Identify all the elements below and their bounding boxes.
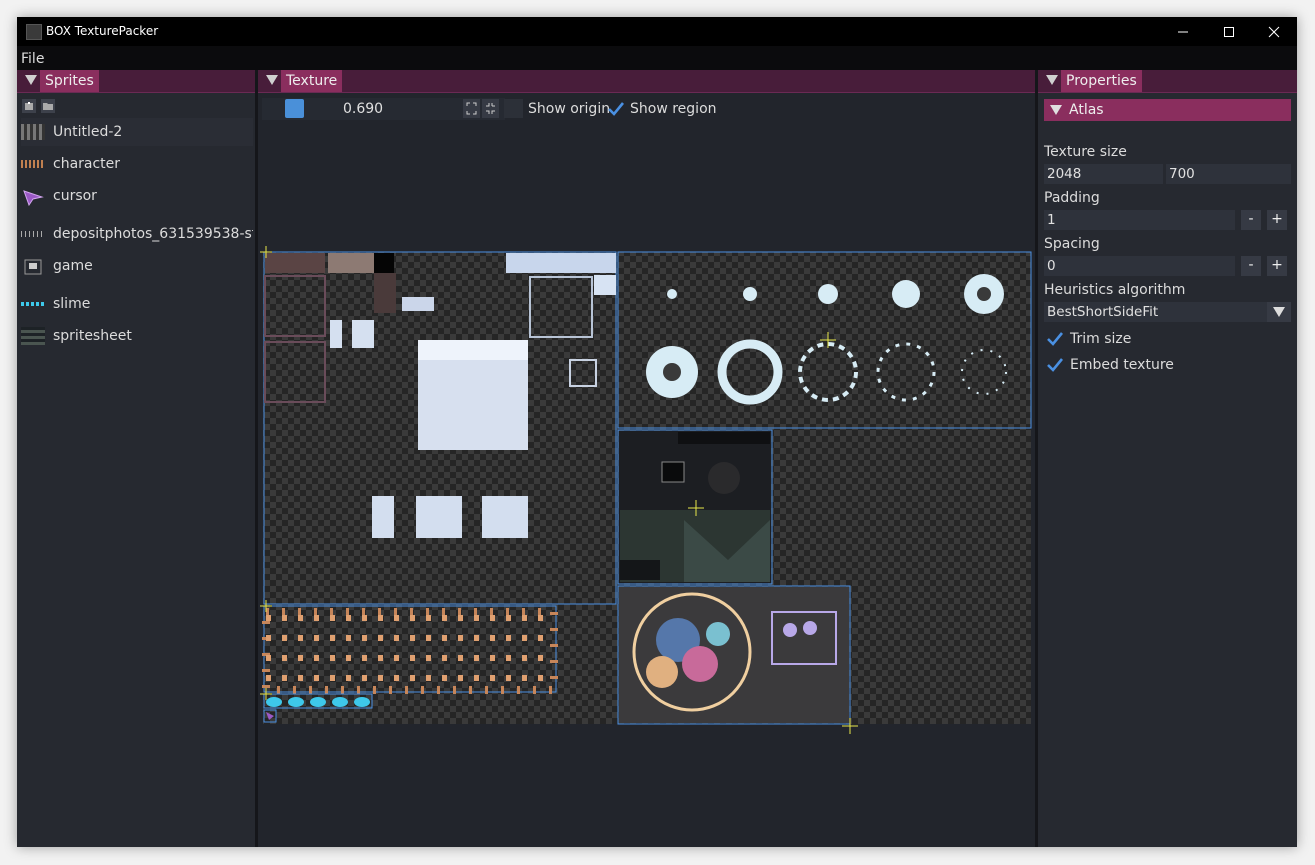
sprite-thumbnail xyxy=(21,258,45,275)
sprite-item-label: slime xyxy=(53,296,91,312)
checkmark-icon xyxy=(1047,358,1064,372)
sprite-item-label: cursor xyxy=(53,188,97,204)
sprite-thumbnail xyxy=(21,302,45,306)
embed-texture-label: Embed texture xyxy=(1070,357,1174,373)
atlas-section-title: Atlas xyxy=(1069,102,1104,118)
menu-bar: File xyxy=(17,46,1297,70)
collapse-arrow-icon[interactable] xyxy=(266,75,278,85)
sprite-item-character[interactable]: character xyxy=(21,151,253,177)
collapse-arrow-icon[interactable] xyxy=(1046,75,1058,85)
fit-view-button[interactable] xyxy=(463,99,480,118)
trim-size-checkbox[interactable] xyxy=(1046,330,1064,346)
show-region-checkbox[interactable] xyxy=(607,100,625,116)
sprite-item-game[interactable]: game xyxy=(21,253,253,279)
sprite-thumbnail xyxy=(21,327,45,345)
spacing-label: Spacing xyxy=(1044,236,1100,252)
sprite-item-label: depositphotos_631539538-stock xyxy=(53,226,253,242)
padding-label: Padding xyxy=(1044,190,1100,206)
texture-width-input[interactable]: 2048 xyxy=(1044,164,1163,184)
properties-panel: Properties Atlas Texture size 2048 700 P… xyxy=(1038,70,1297,847)
sprites-panel: Sprites Untitled-2 character cursor depo… xyxy=(17,70,255,847)
show-region-label: Show region xyxy=(630,101,717,117)
atlas-section-header[interactable]: Atlas xyxy=(1044,99,1291,121)
maximize-icon xyxy=(1224,26,1234,37)
zoom-input[interactable]: 0.690 xyxy=(343,101,383,117)
sprite-item-label: game xyxy=(53,258,93,274)
atlas-canvas[interactable] xyxy=(258,220,1035,740)
padding-decrement-button[interactable]: - xyxy=(1241,210,1261,230)
shrink-icon xyxy=(486,103,495,114)
sprites-panel-header: Sprites xyxy=(17,70,255,93)
app-icon xyxy=(26,24,42,40)
checkmark-icon xyxy=(608,102,625,116)
heuristics-select[interactable]: BestShortSideFit xyxy=(1044,302,1267,322)
sprite-thumbnail xyxy=(21,160,45,168)
checkmark-icon xyxy=(1047,332,1064,346)
padding-input[interactable]: 1 xyxy=(1044,210,1235,230)
padding-increment-button[interactable]: + xyxy=(1267,210,1287,230)
embed-texture-checkbox[interactable] xyxy=(1046,356,1064,372)
add-folder-button[interactable] xyxy=(41,99,55,113)
color-swatch[interactable] xyxy=(285,99,304,118)
texture-height-input[interactable]: 700 xyxy=(1166,164,1291,184)
sprite-item-untitled-2[interactable]: Untitled-2 xyxy=(21,119,253,145)
add-file-button[interactable] xyxy=(22,99,36,113)
tab-properties[interactable]: Properties xyxy=(1061,70,1142,92)
texture-panel: Texture 0.690 Show origin Show region xyxy=(258,70,1035,847)
heuristics-label: Heuristics algorithm xyxy=(1044,282,1186,298)
tab-sprites[interactable]: Sprites xyxy=(40,70,99,92)
properties-panel-header: Properties xyxy=(1038,70,1297,93)
actual-size-button[interactable] xyxy=(482,99,499,118)
add-file-icon xyxy=(25,102,33,110)
minimize-icon xyxy=(1178,31,1188,32)
spacing-input[interactable]: 0 xyxy=(1044,256,1235,276)
sprite-item-depositphotos[interactable]: depositphotos_631539538-stock xyxy=(21,221,253,247)
heuristics-dropdown-button[interactable] xyxy=(1267,302,1291,322)
close-button[interactable] xyxy=(1251,17,1297,46)
sprite-thumbnail xyxy=(21,124,45,140)
tab-texture[interactable]: Texture xyxy=(281,70,343,92)
sprite-item-slime[interactable]: slime xyxy=(21,291,253,317)
atlas-region-game xyxy=(617,429,773,585)
collapse-arrow-icon xyxy=(1050,105,1062,115)
sprite-thumbnail xyxy=(21,231,45,237)
app-window: BOX TexturePacker File Sprites Untitled-… xyxy=(17,17,1297,847)
minimize-button[interactable] xyxy=(1160,17,1206,46)
expand-icon xyxy=(466,102,477,115)
show-origin-label: Show origin xyxy=(528,101,611,117)
maximize-button[interactable] xyxy=(1206,17,1252,46)
collapse-arrow-icon[interactable] xyxy=(25,75,37,85)
close-icon xyxy=(1268,26,1280,37)
texture-size-label: Texture size xyxy=(1044,144,1127,160)
add-folder-icon xyxy=(43,103,53,110)
sprite-item-label: spritesheet xyxy=(53,328,132,344)
menu-file[interactable]: File xyxy=(21,51,44,67)
title-bar: BOX TexturePacker xyxy=(17,17,1297,46)
sprite-thumbnail xyxy=(21,188,45,207)
trim-size-label: Trim size xyxy=(1070,331,1132,347)
texture-panel-header: Texture xyxy=(258,70,1035,93)
window-title: BOX TexturePacker xyxy=(46,24,159,38)
atlas-region-untitled-2 xyxy=(617,585,851,725)
show-origin-checkbox[interactable] xyxy=(504,99,523,118)
spacing-increment-button[interactable]: + xyxy=(1267,256,1287,276)
sprite-item-spritesheet[interactable]: spritesheet xyxy=(21,323,253,349)
spacing-decrement-button[interactable]: - xyxy=(1241,256,1261,276)
sprite-item-cursor[interactable]: cursor xyxy=(21,183,253,209)
sprite-item-label: character xyxy=(53,156,121,172)
chevron-down-icon xyxy=(1273,307,1285,317)
sprite-item-label: Untitled-2 xyxy=(53,124,123,140)
